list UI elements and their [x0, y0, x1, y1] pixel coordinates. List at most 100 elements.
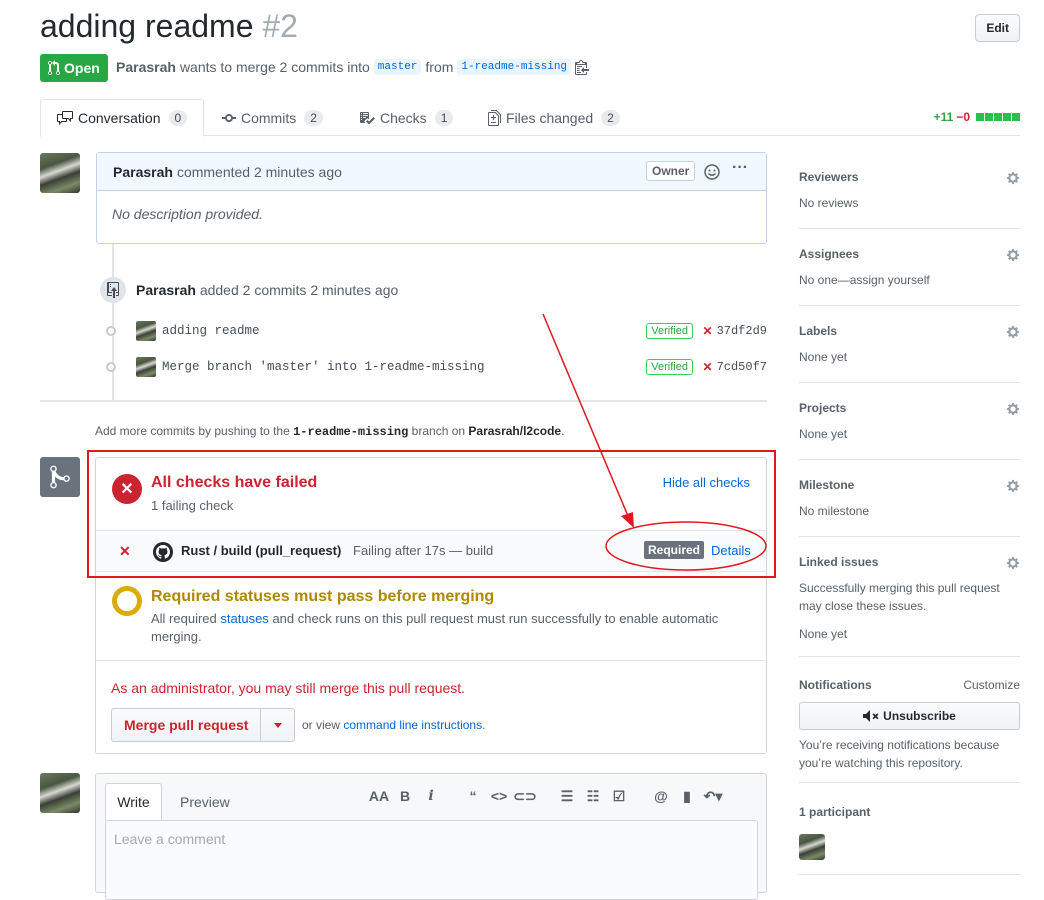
mention-icon[interactable]: @: [648, 788, 674, 805]
gear-icon[interactable]: [1006, 248, 1020, 262]
push-author[interactable]: Parasrah: [136, 282, 196, 298]
commit-message[interactable]: Merge branch 'master' into 1-readme-miss…: [162, 360, 485, 374]
sidebar-value: None yet: [799, 350, 848, 364]
comment-body: No description provided.: [112, 206, 263, 222]
sha-text[interactable]: 37df2d9: [717, 324, 767, 338]
unsubscribe-label: Unsubscribe: [883, 709, 956, 723]
x-icon[interactable]: ✕: [703, 324, 713, 339]
bold-icon[interactable]: B: [392, 788, 418, 805]
avatar[interactable]: [40, 773, 80, 813]
linked-issues-desc: Successfully merging this pull request: [799, 581, 1000, 595]
diffstat-bar: [975, 110, 1020, 124]
sidebar-labels: Labels None yet: [799, 306, 1020, 383]
hint-repo: Parasrah/l2code: [468, 424, 562, 438]
commit-dot: [106, 362, 116, 372]
italic-icon[interactable]: i: [418, 788, 444, 805]
commit-avatar[interactable]: [136, 321, 156, 341]
sidebar-heading: Linked issues: [799, 555, 879, 569]
commit-sha[interactable]: ✕ 7cd50f7: [703, 360, 767, 375]
clipboard-icon[interactable]: [575, 59, 590, 75]
verified-badge[interactable]: Verified: [646, 323, 693, 339]
pending-status-icon: [112, 586, 142, 616]
notifications-desc: you’re watching this repository.: [799, 756, 963, 770]
sidebar-heading: Reviewers: [799, 170, 859, 184]
merge-pull-request-button[interactable]: Merge pull request: [111, 708, 262, 742]
owner-badge: Owner: [646, 161, 696, 181]
code-icon[interactable]: <>: [486, 788, 512, 805]
commit-row: adding readme Verified ✕ 37df2d9: [106, 320, 767, 342]
comment-box: Parasrah commented 2 minutes ago Owner ·…: [96, 152, 767, 244]
verified-badge[interactable]: Verified: [646, 359, 693, 375]
hint-branch: 1-readme-missing: [293, 425, 409, 439]
tab-commits[interactable]: Commits 2: [222, 99, 323, 136]
quote-icon[interactable]: “: [460, 788, 486, 805]
tab-write[interactable]: Write: [105, 783, 162, 821]
gear-icon[interactable]: [1006, 325, 1020, 339]
comment-timestamp: commented 2 minutes ago: [176, 163, 342, 180]
pr-tabs: Conversation 0 Commits 2 Checks 1 Files …: [40, 99, 1020, 137]
gear-icon[interactable]: [1006, 556, 1020, 570]
tab-conversation[interactable]: Conversation 0: [40, 99, 205, 137]
unordered-list-icon[interactable]: ☰: [554, 788, 580, 805]
unsubscribe-button[interactable]: Unsubscribe: [799, 702, 1020, 730]
tab-checks[interactable]: Checks 1: [359, 99, 454, 136]
additions-count: +11: [933, 110, 954, 124]
comment-header: Parasrah commented 2 minutes ago Owner ·…: [97, 153, 766, 191]
author-link[interactable]: Parasrah: [116, 59, 176, 75]
status-desc-prefix: All required: [151, 611, 217, 626]
sidebar-milestone: Milestone No milestone: [799, 460, 1020, 537]
push-action: added 2 commits 2 minutes ago: [199, 282, 399, 298]
tab-counter: 2: [304, 109, 323, 126]
tab-label: Conversation: [78, 110, 161, 126]
merge-options-dropdown[interactable]: [261, 708, 296, 742]
link-icon[interactable]: ⊂⊃: [512, 788, 538, 805]
reply-icon[interactable]: ↶▾: [700, 788, 726, 805]
assign-yourself-link[interactable]: No one—assign yourself: [799, 273, 930, 287]
sidebar-heading: Labels: [799, 324, 838, 338]
deletions-count: −0: [956, 110, 970, 124]
ordered-list-icon[interactable]: ☷: [580, 788, 606, 805]
kebab-icon[interactable]: ···: [732, 159, 748, 177]
customize-link[interactable]: Customize: [963, 678, 1020, 692]
tab-files-changed[interactable]: Files changed 2: [488, 99, 620, 136]
timeline-divider: [40, 400, 767, 402]
x-icon[interactable]: ✕: [703, 360, 713, 375]
commit-avatar[interactable]: [136, 357, 156, 377]
base-branch[interactable]: master: [373, 59, 422, 75]
tab-label: Commits: [241, 109, 297, 126]
gear-icon[interactable]: [1006, 171, 1020, 185]
bookmark-icon[interactable]: ▮: [674, 788, 700, 805]
comment-textarea[interactable]: Leave a comment: [105, 820, 758, 900]
push-hint: Add more commits by pushing to the 1-rea…: [95, 424, 564, 439]
gear-icon[interactable]: [1006, 402, 1020, 416]
sidebar-participants: 1 participant: [799, 783, 1020, 875]
avatar[interactable]: [40, 153, 80, 193]
participant-avatar[interactable]: [799, 834, 825, 860]
state-badge: Open: [40, 54, 108, 82]
tab-counter: 2: [601, 109, 620, 126]
triangle-down-icon: [273, 722, 282, 728]
command-line-instructions-link[interactable]: command line instructions: [343, 718, 482, 732]
hint-prefix: Add more commits by pushing to the: [95, 424, 290, 438]
head-branch[interactable]: 1-readme-missing: [457, 59, 572, 75]
gear-icon[interactable]: [1006, 479, 1020, 493]
pr-number: #2: [262, 8, 298, 44]
sha-text[interactable]: 7cd50f7: [717, 360, 767, 374]
hint-suffix: .: [561, 424, 565, 438]
commit-dot: [106, 326, 116, 336]
task-list-icon[interactable]: ☑: [606, 788, 632, 805]
sidebar-linked-issues: Linked issues Successfully merging this …: [799, 537, 1020, 657]
text-size-icon[interactable]: AA: [366, 788, 392, 805]
checklist-icon: [360, 111, 375, 124]
sidebar-value: None yet: [799, 627, 848, 641]
tab-preview[interactable]: Preview: [180, 794, 230, 810]
commit-sha[interactable]: ✕ 37df2d9: [703, 324, 767, 339]
statuses-link[interactable]: statuses: [220, 611, 268, 626]
smiley-icon[interactable]: [704, 164, 720, 180]
annotation-rectangle: [87, 450, 776, 578]
sidebar-reviewers: Reviewers No reviews: [799, 152, 1020, 229]
sidebar-heading: Assignees: [799, 247, 860, 261]
comment-author[interactable]: Parasrah: [113, 164, 173, 180]
edit-button[interactable]: Edit: [975, 14, 1020, 42]
commit-message[interactable]: adding readme: [162, 324, 260, 338]
